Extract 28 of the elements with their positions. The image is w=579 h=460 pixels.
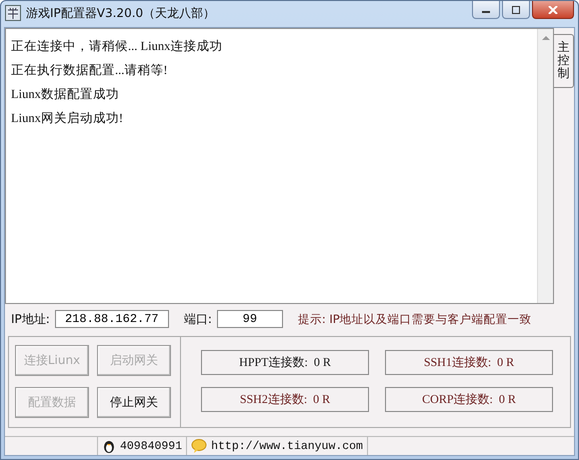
ip-label: IP地址: — [11, 310, 50, 328]
chat-bubble-icon — [191, 439, 208, 453]
connection-counter: SSH1连接数: 0 R — [385, 350, 553, 375]
penguin-icon — [102, 439, 116, 453]
log-line: Liunx网关启动成功! — [11, 111, 124, 126]
website-url: http://www.tianyuw.com — [211, 440, 363, 452]
scroll-up-icon — [542, 35, 550, 40]
close-icon — [548, 6, 558, 14]
port-field[interactable]: 99 — [216, 310, 283, 328]
log-line: 正在执行数据配置...请稍等! — [11, 63, 169, 78]
connection-counter: CORP连接数: 0 R — [385, 387, 553, 412]
app-icon — [5, 5, 21, 21]
maximize-button[interactable] — [502, 1, 530, 19]
port-label: 端口: — [184, 310, 212, 328]
action-button[interactable]: 停止网关 — [97, 387, 171, 418]
maximize-icon — [511, 6, 521, 14]
side-tab[interactable]: 主控制 — [554, 34, 574, 88]
connection-counter: SSH2连接数: 0 R — [201, 387, 369, 412]
minimize-button[interactable] — [472, 1, 500, 19]
close-button[interactable] — [532, 1, 574, 19]
connection-counter: HPPT连接数: 0 R — [201, 350, 369, 375]
hint-text: 提示: IP地址以及端口需要与客户端配置一致 — [298, 312, 532, 326]
log-line: 正在连接中，请稍候... Liunx连接成功 — [11, 39, 224, 54]
qq-number: 409840991 — [120, 440, 182, 452]
ip-field[interactable]: 218.88.162.77 — [54, 310, 169, 328]
log-line: Liunx数据配置成功 — [11, 87, 120, 102]
scrollbar[interactable] — [537, 29, 553, 303]
window-title: 游戏IP配置器V3.20.0（天龙八部） — [26, 4, 216, 22]
